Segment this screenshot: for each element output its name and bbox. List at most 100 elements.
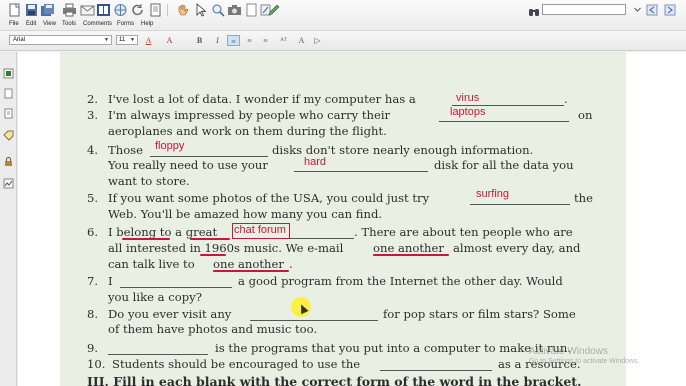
menu-edit[interactable]: Edit [26,21,36,27]
red-underline [200,254,226,256]
sentence-2-end: . [564,92,568,106]
red-underline [190,238,230,240]
chevron-down-icon: ▼ [130,37,135,43]
save-all-icon[interactable] [40,3,55,17]
sentence-5-tail: the [574,191,593,205]
pages-icon[interactable] [96,3,111,17]
red-underline [373,254,449,256]
sentence-9-tail: is the programs that you put into a comp… [215,341,571,355]
font-size-select[interactable]: 11 ▼ [116,35,138,45]
camera-icon[interactable] [227,3,242,17]
align-center-button[interactable]: ≡ [243,35,256,46]
item-number: 3. [87,108,99,122]
blank-line [120,287,232,288]
signature-icon[interactable] [3,178,14,189]
text-color-button[interactable]: A [142,35,155,46]
align-left-button[interactable]: ≡ [227,35,240,46]
sentence-6-tail: . There are about ten people who are [354,225,573,239]
text-direction-button[interactable]: ▷ [311,35,324,46]
sentence-8-cont: of them have photos and music too. [108,322,318,336]
red-underline [213,270,289,272]
attachments-icon[interactable] [3,108,14,119]
previous-icon[interactable] [645,3,660,17]
item-number: 7. [87,274,99,288]
globe-icon[interactable] [113,3,128,17]
item-number: 9. [87,341,99,355]
sentence-7-tail: a good program from the Internet the oth… [238,274,563,288]
highlight-button[interactable]: A [163,35,176,46]
sentence-6-end: can talk live to [108,257,195,271]
blank-line [439,121,569,122]
left-panel [0,52,17,386]
print-icon[interactable] [62,3,77,17]
phrase-one-another: one another [373,241,444,255]
menu-forms[interactable]: Forms [117,21,134,27]
text-properties-button[interactable]: A [295,35,308,46]
mouse-cursor-highlight [291,297,311,317]
sentence-3-cont: aeroplanes and work on them during the f… [108,124,387,138]
sentence-6-cont: all interested in 1960s music. We e-mail [108,241,344,255]
search-options-icon[interactable] [630,3,641,17]
answer-floppy: floppy [155,140,185,152]
align-right-button[interactable]: ≡ [259,35,272,46]
document-page: 2. I've lost a lot of data. I wonder if … [60,52,626,386]
sentence-3-tail: on [578,108,593,122]
blank-line [290,238,354,239]
phrase-one-another: one another [213,257,284,271]
search-input[interactable] [542,4,626,15]
pen-icon[interactable] [266,3,281,17]
refresh-icon[interactable] [130,3,145,17]
lock-icon[interactable] [3,156,14,167]
binoculars-icon[interactable] [528,3,540,16]
new-icon[interactable] [7,3,22,17]
hand-tool-icon[interactable] [175,3,190,17]
answer-laptops: laptops [450,106,486,118]
bold-button[interactable]: B [193,35,206,46]
blank-line [294,171,428,172]
menu-view[interactable]: View [43,21,56,27]
activation-watermark-subtitle: Go to Settings to activate Windows. [529,358,640,365]
next-icon[interactable] [663,3,678,17]
menu-file[interactable]: File [9,21,19,27]
sentence-6: I belong to a great [108,225,218,239]
sentence-2: I've lost a lot of data. I wonder if my … [108,92,416,106]
sentence-4-tail: disks don't store nearly enough informat… [272,143,534,157]
sentence-8: Do you ever visit any [108,307,232,321]
superscript-button[interactable]: ᴬᵀ [277,35,290,46]
item-number: 6. [87,225,99,239]
sentence-7: I [108,274,113,288]
answer-virus: virus [456,92,480,104]
tag-icon[interactable] [3,130,14,141]
page-icon[interactable] [244,3,259,17]
email-icon[interactable] [80,3,95,17]
menu-help[interactable]: Help [141,21,153,27]
item-number: 2. [87,92,99,106]
sentence-5-cont: Web. You'll be amazed how many you can f… [108,207,383,221]
menu-comments[interactable]: Comments [83,21,112,27]
bookmarks-icon[interactable] [3,68,14,79]
sentence-10: Students should be encouraged to use the [112,357,361,371]
sentence-6-final: . [289,257,293,271]
blank-line [250,320,378,321]
sentence-3: I'm always impressed by people who carry… [108,108,391,122]
sentence-4-cont-tail: disk for all the data you [434,158,574,172]
red-underline [122,238,170,240]
zoom-icon[interactable] [211,3,226,17]
blank-line [380,370,492,371]
select-arrow-icon[interactable] [193,3,208,17]
save-icon[interactable] [24,3,39,17]
font-family-select[interactable]: Arial ▼ [9,35,112,45]
item-number: 10. [87,357,106,371]
sentence-7-cont: you like a copy? [108,290,202,304]
sentence-8-tail: for pop stars or film stars? Some [383,307,576,321]
blank-line [470,204,570,205]
section-heading: III. Fill in each blank with the correct… [87,374,582,386]
toolbar-separator [160,3,175,17]
menu-tools[interactable]: Tools [62,21,76,27]
sentence-4-cont: You really need to use your [108,158,268,172]
thumbnails-icon[interactable] [3,88,14,99]
font-size-value: 11 [119,37,126,43]
italic-button[interactable]: I [211,35,224,46]
item-number: 8. [87,307,99,321]
answer-hard: hard [304,156,327,168]
